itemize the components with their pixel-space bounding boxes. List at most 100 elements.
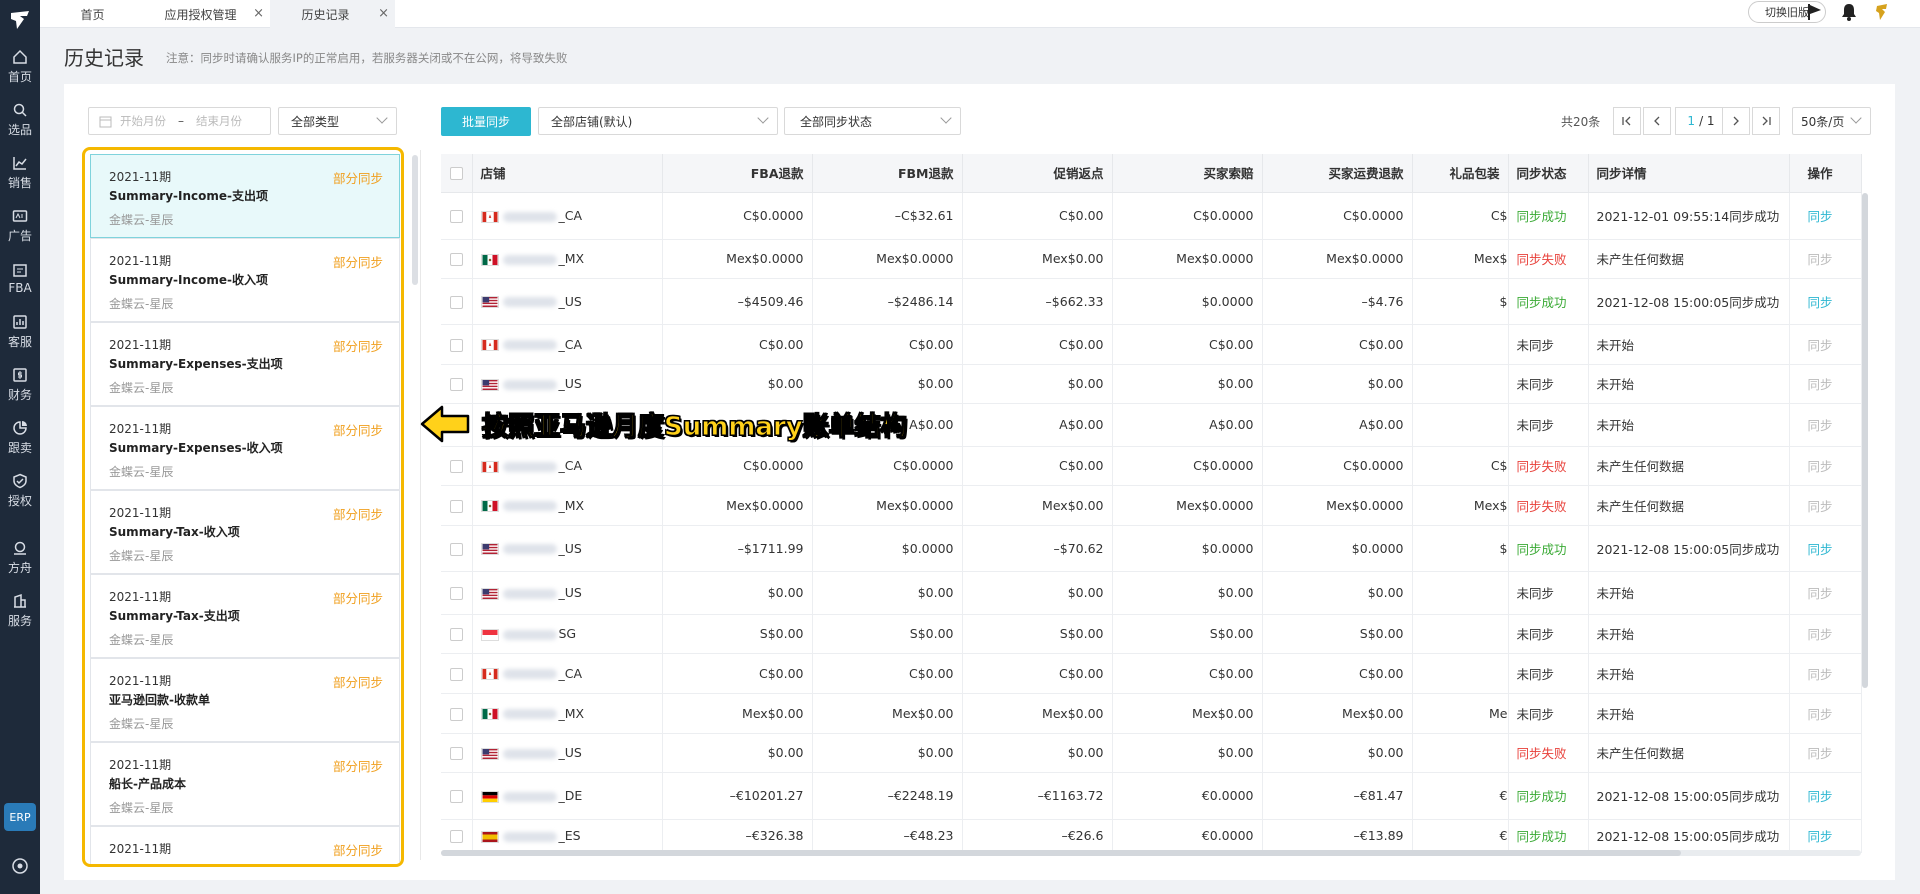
list-item[interactable]: 2021-11期 Summary-Expenses-收入项 金蝶云-星辰 部分同步: [90, 406, 400, 490]
last-page-button[interactable]: [1752, 107, 1780, 135]
month-range-picker[interactable]: 开始月份 – 结束月份: [88, 107, 271, 135]
page-indicator[interactable]: 1/ 1: [1675, 107, 1727, 135]
row-checkbox[interactable]: [441, 239, 473, 279]
tab-history[interactable]: 历史记录 ×: [270, 0, 395, 28]
first-page-button[interactable]: [1613, 107, 1641, 135]
list-item[interactable]: 2021-11期 Summary-Tax-收入项 金蝶云-星辰 部分同步: [90, 490, 400, 574]
cell-sync-detail: 未产生任何数据: [1588, 239, 1790, 279]
row-checkbox[interactable]: [441, 278, 473, 325]
row-checkbox[interactable]: [441, 772, 473, 820]
table-row[interactable]: _CA C$0.0000 C$0.0000 C$0.00 C$0.0000 C$0.000…: [441, 446, 1862, 486]
erp-button[interactable]: ERP: [4, 803, 36, 831]
sync-row-button[interactable]: 同步: [1789, 278, 1862, 325]
list-item[interactable]: 2021-11期 Summary-Income-支出项 金蝶云-星辰 部分同步: [90, 154, 400, 238]
sidebar-item-1[interactable]: 选品: [0, 93, 40, 146]
list-item[interactable]: 2021-11期 船长-产品成本 金蝶云-星辰 部分同步: [90, 742, 400, 826]
list-item[interactable]: 2021-11期 Summary-Income-收入项 金蝶云-星辰 部分同步: [90, 238, 400, 322]
table-row[interactable]: _DE –€10201.27 –€2248.19 –€1163.72 €0.0000 –€…: [441, 772, 1862, 820]
tab-home[interactable]: 首页: [40, 0, 145, 28]
tab-label: 应用授权管理: [164, 7, 237, 22]
sidebar-item-6[interactable]: 财务: [0, 358, 40, 411]
close-icon[interactable]: ×: [253, 6, 264, 21]
sidebar-item-3[interactable]: 广告: [0, 199, 40, 252]
cell-buyer-claim: C$0.00: [1112, 653, 1263, 694]
table-row[interactable]: _US –$1711.99 $0.0000 –$70.62 $0.0000 $0.0000…: [441, 525, 1862, 572]
table-row[interactable]: _MX Mex$0.00 Mex$0.00 Mex$0.00 Mex$0.00 Mex$0…: [441, 693, 1862, 734]
row-checkbox[interactable]: [441, 733, 473, 773]
list-item[interactable]: 2021-11期 Summary-Tax-支出项 金蝶云-星辰 部分同步: [90, 574, 400, 658]
table-row[interactable]: _US $0.00 $0.00 $0.00 $0.00 $0.00 同步失败 未产生任何数据同…: [441, 733, 1862, 773]
type-select[interactable]: 全部类型: [278, 107, 397, 135]
help-icon[interactable]: [0, 854, 40, 878]
prev-page-button[interactable]: [1643, 107, 1671, 135]
list-item[interactable]: 2021-11期 亚马逊回款-收款单 金蝶云-星辰 部分同步: [90, 658, 400, 742]
table-row[interactable]: _CA C$0.00 C$0.00 C$0.00 C$0.00 C$0.00 未同步 未开始同…: [441, 653, 1862, 694]
building-icon: [14, 593, 26, 608]
page-size-select[interactable]: 50条/页: [1792, 107, 1871, 135]
row-checkbox[interactable]: [441, 653, 473, 694]
sync-row-button[interactable]: 同步: [1789, 772, 1862, 820]
redacted-store-name: [502, 791, 557, 802]
list-item[interactable]: 2021-11期 部分同步: [90, 826, 400, 864]
end-month-input[interactable]: 结束月份: [196, 113, 242, 129]
sidebar-item-9[interactable]: 方舟: [0, 531, 40, 584]
row-checkbox[interactable]: [441, 446, 473, 486]
sync-row-button[interactable]: 同步: [1789, 192, 1862, 240]
cell-fba-refund: C$0.00: [662, 324, 813, 365]
tab-app-auth[interactable]: 应用授权管理 ×: [145, 0, 270, 28]
sidebar-item-label: 授权: [7, 493, 32, 508]
table-row[interactable]: _ES –€326.38 –€48.23 –€26.6 €0.0000 –€13.89 € 同…: [441, 819, 1862, 853]
sync-row-button[interactable]: 同步: [1789, 525, 1862, 572]
scrollbar-thumb[interactable]: [441, 850, 1681, 856]
app-logo[interactable]: [0, 0, 40, 40]
cell-fba-refund: S$0.00: [662, 614, 813, 654]
row-checkbox[interactable]: [441, 571, 473, 615]
page-total: / 1: [1699, 114, 1715, 128]
select-all-checkbox[interactable]: [441, 154, 473, 193]
table-row[interactable]: _CA C$0.0000 –C$32.61 C$0.00 C$0.0000 C$0.000…: [441, 192, 1862, 240]
sidebar-item-10[interactable]: 服务: [0, 584, 40, 637]
row-checkbox[interactable]: [441, 324, 473, 365]
table-row[interactable]: _MX Mex$0.0000 Mex$0.0000 Mex$0.00 Mex$0.000…: [441, 239, 1862, 279]
sidebar-item-2[interactable]: 销售: [0, 146, 40, 199]
store-select[interactable]: 全部店铺(默认): [538, 107, 778, 135]
row-checkbox[interactable]: [441, 485, 473, 526]
flag-icon[interactable]: [1805, 2, 1825, 22]
batch-sync-button[interactable]: 批量同步: [441, 107, 531, 136]
list-item-title: Summary-Expenses-收入项: [109, 441, 283, 455]
bell-icon[interactable]: [1839, 2, 1859, 22]
list-item-title: 船长-产品成本: [109, 777, 186, 791]
table-horizontal-scrollbar[interactable]: [441, 850, 1861, 856]
avatar-icon[interactable]: [1873, 2, 1893, 22]
start-month-input[interactable]: 开始月份: [120, 113, 166, 129]
row-checkbox[interactable]: [441, 364, 473, 404]
row-checkbox[interactable]: [441, 525, 473, 572]
list-scrollbar[interactable]: [412, 155, 418, 285]
sidebar-item-8[interactable]: 授权: [0, 464, 40, 517]
next-page-button[interactable]: [1722, 107, 1750, 135]
cell-store: _MX: [472, 485, 663, 526]
row-checkbox[interactable]: [441, 192, 473, 240]
row-checkbox[interactable]: [441, 819, 473, 853]
table-row[interactable]: _US $0.00 $0.00 $0.00 $0.00 $0.00 未同步 未开始 同步: [441, 364, 1862, 404]
row-checkbox[interactable]: [441, 693, 473, 734]
sidebar-item-0[interactable]: 首页: [0, 40, 40, 93]
table-row[interactable]: _US –$4509.46 –$2486.14 –$662.33 $0.0000 –$4.…: [441, 278, 1862, 325]
sidebar-item-5[interactable]: 客服: [0, 305, 40, 358]
close-icon[interactable]: ×: [378, 6, 389, 21]
table-row[interactable]: _CA C$0.00 C$0.00 C$0.00 C$0.00 C$0.00 未同步 未开始同…: [441, 324, 1862, 365]
table-vertical-scrollbar[interactable]: [1862, 193, 1868, 688]
cell-sync-status: 同步失败: [1508, 733, 1589, 773]
sidebar-item-4[interactable]: FBA: [0, 252, 40, 305]
list-item[interactable]: 2021-11期 Summary-Expenses-支出项 金蝶云-星辰 部分同步: [90, 322, 400, 406]
table-row[interactable]: _US $0.00 $0.00 $0.00 $0.00 $0.00 未同步 未开始 同步: [441, 571, 1862, 615]
chevron-down-icon: [757, 112, 769, 124]
sync-row-button[interactable]: 同步: [1789, 819, 1862, 853]
sidebar-item-7[interactable]: 跟卖: [0, 411, 40, 464]
table-row[interactable]: _MX Mex$0.0000 Mex$0.0000 Mex$0.00 Mex$0.000…: [441, 485, 1862, 526]
row-checkbox[interactable]: [441, 614, 473, 654]
sync-status-select[interactable]: 全部同步状态: [784, 107, 961, 135]
list-item-title: Summary-Expenses-支出项: [109, 357, 283, 371]
table-row[interactable]: SG S$0.00 S$0.00 S$0.00 S$0.00 S$0.00 未同步 未开始 同步: [441, 614, 1862, 654]
cell-sync-detail: 未开始: [1588, 693, 1790, 734]
